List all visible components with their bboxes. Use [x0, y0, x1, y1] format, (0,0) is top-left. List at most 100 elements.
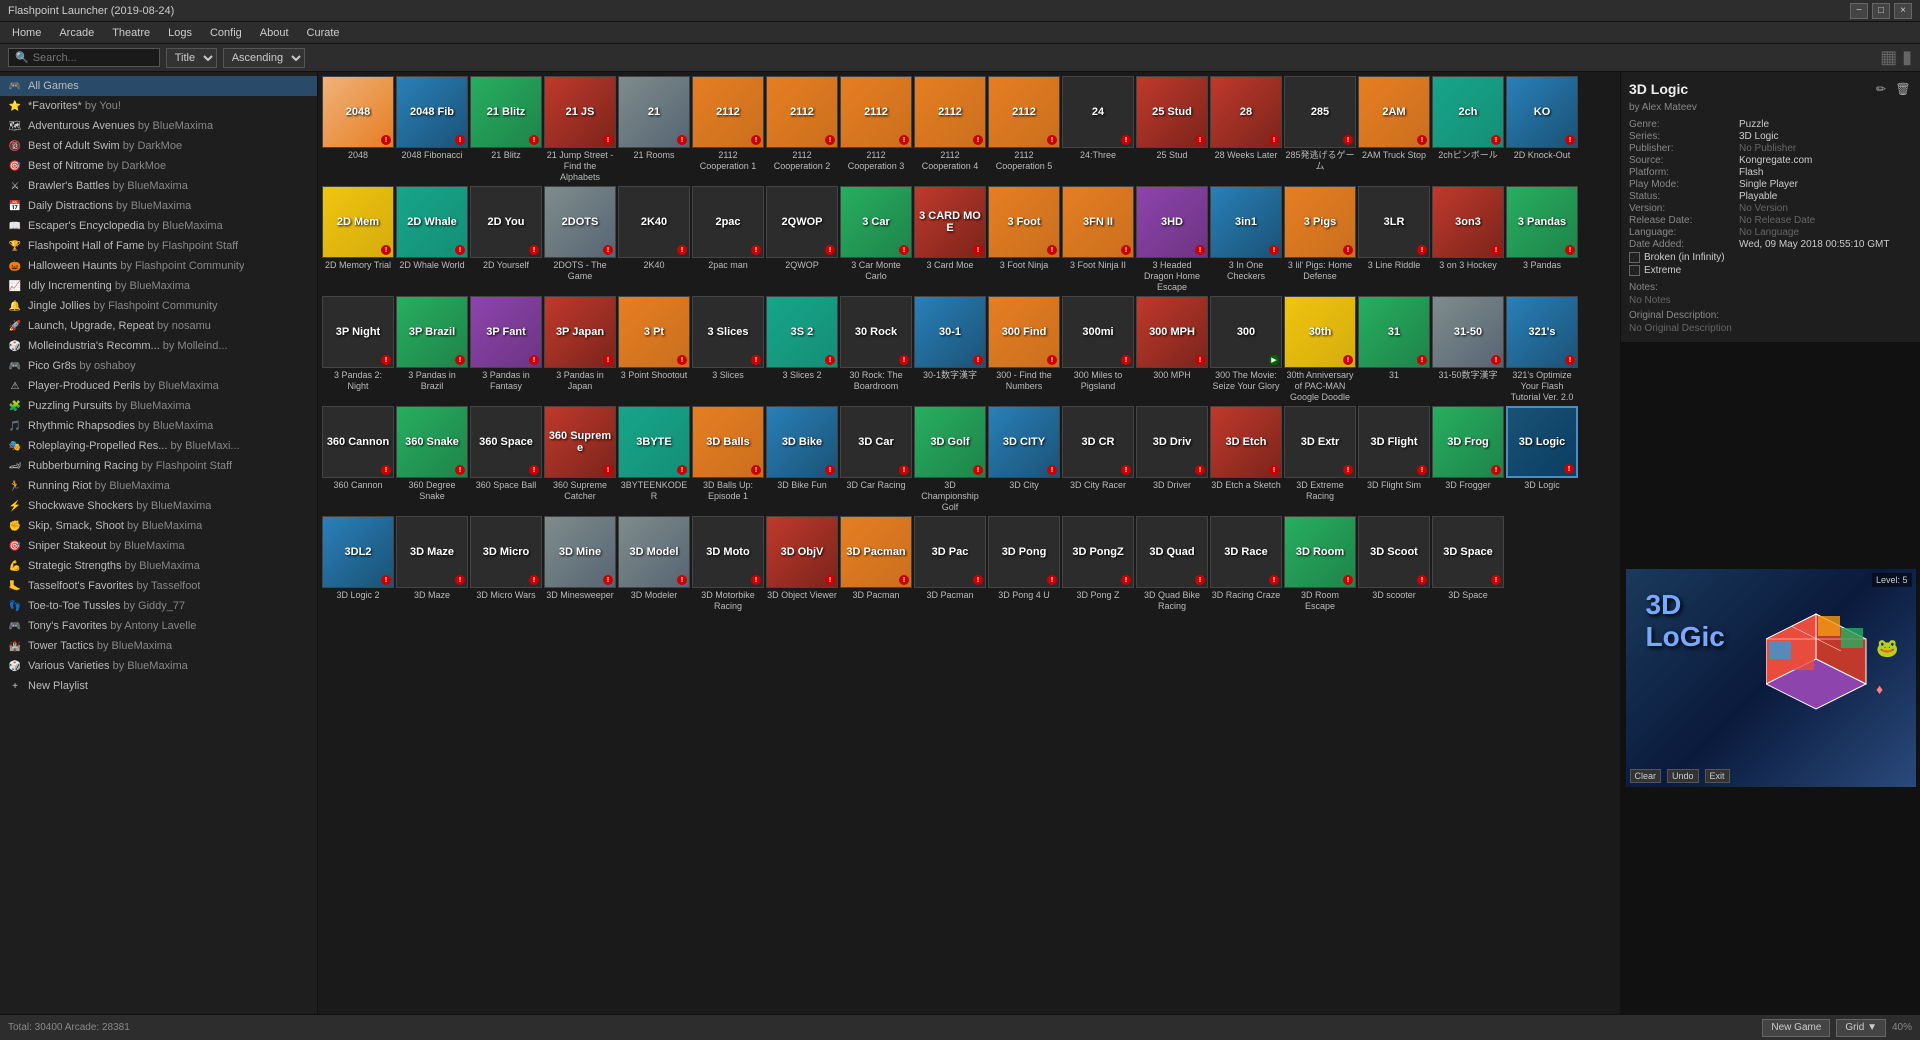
game-tile-3lilpigs[interactable]: 3 Pigs!3 lil' Pigs: Home Defense: [1284, 186, 1356, 294]
sidebar-item-23[interactable]: 🎯 Sniper Stakeout by BlueMaxima: [0, 536, 317, 556]
sidebar-item-3[interactable]: 🔞 Best of Adult Swim by DarkMoe: [0, 136, 317, 156]
game-tile-3dcity[interactable]: 3D CITY!3D City: [988, 406, 1060, 514]
game-tile-3droom[interactable]: 3D Room!3D Room Escape: [1284, 516, 1356, 614]
game-tile-2qwop[interactable]: 2QWOP!2QWOP: [766, 186, 838, 294]
game-tile-3dquad[interactable]: 3D Quad!3D Quad Bike Racing: [1136, 516, 1208, 614]
sidebar-item-9[interactable]: 🎃 Halloween Haunts by Flashpoint Communi…: [0, 256, 317, 276]
sidebar-item-15[interactable]: ⚠ Player-Produced Perils by BlueMaxima: [0, 376, 317, 396]
game-tile-2048[interactable]: 2048!2048: [322, 76, 394, 184]
game-tile-300mph[interactable]: 300 MPH!300 MPH: [1136, 296, 1208, 404]
sidebar-item-27[interactable]: 🎮 Tony's Favorites by Antony Lavelle: [0, 616, 317, 636]
game-tile-3dfrogger[interactable]: 3D Frog!3D Frogger: [1432, 406, 1504, 514]
delete-game-button[interactable]: 🗑: [1894, 80, 1912, 98]
game-tile-360supreme[interactable]: 360 Supreme!360 Supreme Catcher: [544, 406, 616, 514]
game-tile-3dballs[interactable]: 3D Balls!3D Balls Up: Episode 1: [692, 406, 764, 514]
broken-checkbox[interactable]: [1629, 252, 1640, 263]
game-tile-31[interactable]: 31!31: [1358, 296, 1430, 404]
game-tile-3dlogic2[interactable]: 3DL2!3D Logic 2: [322, 516, 394, 614]
game-tile-3dpacman2[interactable]: 3D Pac!3D Pacman: [914, 516, 986, 614]
game-tile-3on3hockey[interactable]: 3on3!3 on 3 Hockey: [1432, 186, 1504, 294]
sidebar-item-19[interactable]: 🏎 Rubberburning Racing by Flashpoint Sta…: [0, 456, 317, 476]
game-tile-3inone[interactable]: 3in1!3 In One Checkers: [1210, 186, 1282, 294]
game-tile-3dcar[interactable]: 3D Car!3D Car Racing: [840, 406, 912, 514]
game-tile-3ddriver[interactable]: 3D Driv!3D Driver: [1136, 406, 1208, 514]
game-tile-3dracing[interactable]: 3D Race!3D Racing Craze: [1210, 516, 1282, 614]
game-tile-2dyourself[interactable]: 2D You!2D Yourself: [470, 186, 542, 294]
menu-item-curate[interactable]: Curate: [299, 25, 348, 41]
game-tile-3dmotorbike[interactable]: 3D Moto!3D Motorbike Racing: [692, 516, 764, 614]
sidebar-item-7[interactable]: 📖 Escaper's Encyclopedia by BlueMaxima: [0, 216, 317, 236]
game-tile-2112coop1[interactable]: 2112!2112 Cooperation 1: [692, 76, 764, 184]
game-tile-3pandabrazil[interactable]: 3P Brazil!3 Pandas in Brazil: [396, 296, 468, 404]
game-tile-321optimize[interactable]: 321's!321's Optimize Your Flash Tutorial…: [1506, 296, 1578, 404]
sidebar-item-11[interactable]: 🔔 Jingle Jollies by Flashpoint Community: [0, 296, 317, 316]
game-tile-3dmine[interactable]: 3D Mine!3D Minesweeper: [544, 516, 616, 614]
game-tile-3detch[interactable]: 3D Etch!3D Etch a Sketch: [1210, 406, 1282, 514]
game-tile-2112coop4[interactable]: 2112!2112 Cooperation 4: [914, 76, 986, 184]
search-input[interactable]: [33, 52, 153, 64]
game-tile-3footninja[interactable]: 3 Foot!3 Foot Ninja: [988, 186, 1060, 294]
game-tile-3byteen[interactable]: 3BYTE!3BYTEENKODER: [618, 406, 690, 514]
sort-field-select[interactable]: Title: [166, 48, 217, 68]
menu-item-about[interactable]: About: [252, 25, 297, 41]
game-tile-360space[interactable]: 360 Space!360 Space Ball: [470, 406, 542, 514]
game-tile-30kanji[interactable]: 30-1!30-1数字漢字: [914, 296, 986, 404]
sidebar-item-16[interactable]: 🧩 Puzzling Pursuits by BlueMaxima: [0, 396, 317, 416]
game-tile-3dpacman[interactable]: 3D Pacman!3D Pacman: [840, 516, 912, 614]
sidebar-item-10[interactable]: 📈 Idly Incrementing by BlueMaxima: [0, 276, 317, 296]
edit-game-button[interactable]: ✏: [1872, 80, 1890, 98]
game-tile-21jump[interactable]: 21 JS!21 Jump Street - Find the Alphabet…: [544, 76, 616, 184]
game-tile-2k40[interactable]: 2K40!2K40: [618, 186, 690, 294]
game-tile-3dpongz[interactable]: 3D PongZ!3D Pong Z: [1062, 516, 1134, 614]
exit-button[interactable]: Exit: [1705, 769, 1730, 783]
game-tile-3dbike[interactable]: 3D Bike!3D Bike Fun: [766, 406, 838, 514]
sidebar-item-4[interactable]: 🎯 Best of Nitrome by DarkMoe: [0, 156, 317, 176]
maximize-button[interactable]: □: [1872, 3, 1890, 19]
grid-button[interactable]: Grid ▼: [1836, 1019, 1886, 1037]
extreme-checkbox[interactable]: [1629, 265, 1640, 276]
game-tile-3slices[interactable]: 3 Slices!3 Slices: [692, 296, 764, 404]
sidebar-item-12[interactable]: 🚀 Launch, Upgrade, Repeat by nosamu: [0, 316, 317, 336]
sidebar-item-6[interactable]: 📅 Daily Distractions by BlueMaxima: [0, 196, 317, 216]
clear-button[interactable]: Clear: [1630, 769, 1662, 783]
game-tile-3dmodeler[interactable]: 3D Model!3D Modeler: [618, 516, 690, 614]
sidebar-item-18[interactable]: 🎭 Roleplaying-Propelled Res... by BlueMa…: [0, 436, 317, 456]
game-tile-2dots[interactable]: 2DOTS!2DOTS - The Game: [544, 186, 616, 294]
game-tile-3slices2[interactable]: 3S 2!3 Slices 2: [766, 296, 838, 404]
game-tile-3pandas[interactable]: 3 Pandas!3 Pandas: [1506, 186, 1578, 294]
game-tile-3pointshoot[interactable]: 3 Pt!3 Point Shootout: [618, 296, 690, 404]
game-tile-2dwhale[interactable]: 2D Whale!2D Whale World: [396, 186, 468, 294]
game-tile-3footninja2[interactable]: 3FN II!3 Foot Ninja II: [1062, 186, 1134, 294]
game-tile-24three[interactable]: 24!24:Three: [1062, 76, 1134, 184]
game-tile-285game[interactable]: 285!285発逃げるゲーム: [1284, 76, 1356, 184]
game-tile-3dmaze[interactable]: 3D Maze!3D Maze: [396, 516, 468, 614]
game-tile-3pandasnight[interactable]: 3P Night!3 Pandas 2: Night: [322, 296, 394, 404]
game-tile-3dmicro[interactable]: 3D Micro!3D Micro Wars: [470, 516, 542, 614]
game-tile-300movie[interactable]: 300▶300 The Movie: Seize Your Glory: [1210, 296, 1282, 404]
game-tile-3dpong4u[interactable]: 3D Pong!3D Pong 4 U: [988, 516, 1060, 614]
game-tile-3headeddrag[interactable]: 3HD!3 Headed Dragon Home Escape: [1136, 186, 1208, 294]
sidebar-item-14[interactable]: 🎮 Pico Gr8s by oshaboy: [0, 356, 317, 376]
sidebar-item-5[interactable]: ⚔ Brawler's Battles by BlueMaxima: [0, 176, 317, 196]
game-tile-21blitz[interactable]: 21 Blitz!21 Blitz: [470, 76, 542, 184]
game-tile-28weeks[interactable]: 28!28 Weeks Later: [1210, 76, 1282, 184]
game-tile-30rock[interactable]: 30 Rock!30 Rock: The Boardroom: [840, 296, 912, 404]
sort-order-select[interactable]: Ascending: [223, 48, 305, 68]
game-tile-30thgoogle[interactable]: 30th!30th Anniversary of PAC-MAN Google …: [1284, 296, 1356, 404]
sidebar-item-21[interactable]: ⚡ Shockwave Shockers by BlueMaxima: [0, 496, 317, 516]
game-tile-3dcityracer[interactable]: 3D CR!3D City Racer: [1062, 406, 1134, 514]
undo-button[interactable]: Undo: [1667, 769, 1699, 783]
game-tile-3dspace[interactable]: 3D Space!3D Space: [1432, 516, 1504, 614]
sidebar-item-13[interactable]: 🎲 Molleindustria's Recomm... by Molleind…: [0, 336, 317, 356]
sidebar-item-25[interactable]: 🦶 Tasselfoot's Favorites by Tasselfoot: [0, 576, 317, 596]
game-tile-2pacman[interactable]: 2pac!2pac man: [692, 186, 764, 294]
sidebar-item-2[interactable]: 🗺 Adventurous Avenues by BlueMaxima: [0, 116, 317, 136]
menu-item-theatre[interactable]: Theatre: [104, 25, 158, 41]
sidebar-item-24[interactable]: 💪 Strategic Strengths by BlueMaxima: [0, 556, 317, 576]
menu-item-logs[interactable]: Logs: [160, 25, 200, 41]
game-tile-3dlogic[interactable]: 3D Logic!3D Logic: [1506, 406, 1578, 514]
close-button[interactable]: ×: [1894, 3, 1912, 19]
game-tile-300miles[interactable]: 300mi!300 Miles to Pigsland: [1062, 296, 1134, 404]
sidebar-item-30[interactable]: + New Playlist: [0, 676, 317, 696]
sidebar-item-1[interactable]: ⭐ *Favorites* by You!: [0, 96, 317, 116]
